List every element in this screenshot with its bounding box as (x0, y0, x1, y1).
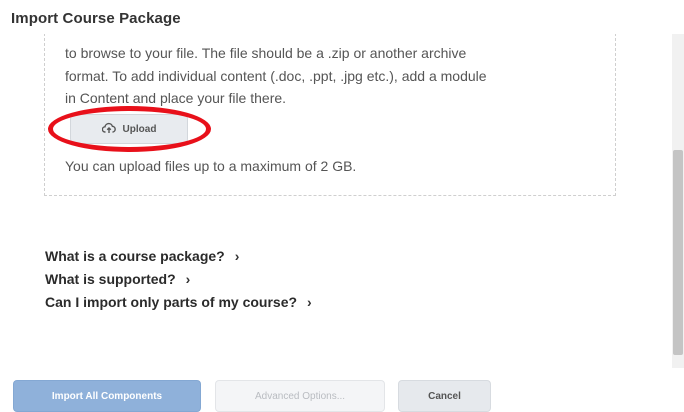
help-link-label: Can I import only parts of my course? (45, 293, 298, 310)
upload-button-label: Upload (122, 123, 157, 135)
upload-button[interactable]: Upload (70, 114, 188, 144)
advanced-options-button[interactable]: Advanced Options... (215, 380, 385, 412)
dropzone-instructions: to browse to your file. The file should … (65, 42, 595, 110)
dialog-title: Import Course Package (11, 10, 181, 27)
instruction-line: format. To add individual content (.doc,… (65, 67, 487, 84)
help-link-supported[interactable]: What is supported? › (45, 267, 312, 290)
upload-size-limit: You can upload files up to a maximum of … (65, 158, 357, 174)
instruction-line: to browse to your file. The file should … (65, 45, 467, 61)
help-links: What is a course package? › What is supp… (45, 244, 312, 313)
chevron-right-icon: › (307, 293, 312, 310)
dialog-footer: Import All Components Advanced Options..… (0, 380, 684, 412)
help-link-course-package[interactable]: What is a course package? › (45, 244, 312, 267)
help-link-label: What is supported? (45, 270, 176, 287)
help-link-import-parts[interactable]: Can I import only parts of my course? › (45, 290, 312, 313)
chevron-right-icon: › (185, 270, 191, 287)
scrollbar-thumb[interactable] (673, 150, 683, 355)
import-all-components-button[interactable]: Import All Components (13, 380, 201, 412)
dialog-content: to browse to your file. The file should … (0, 34, 672, 368)
cloud-upload-icon (101, 122, 116, 137)
cancel-button[interactable]: Cancel (398, 380, 491, 412)
help-link-label: What is a course package? (45, 247, 225, 264)
chevron-right-icon: › (234, 247, 240, 264)
instruction-line: in Content and place your file there. (65, 90, 287, 106)
